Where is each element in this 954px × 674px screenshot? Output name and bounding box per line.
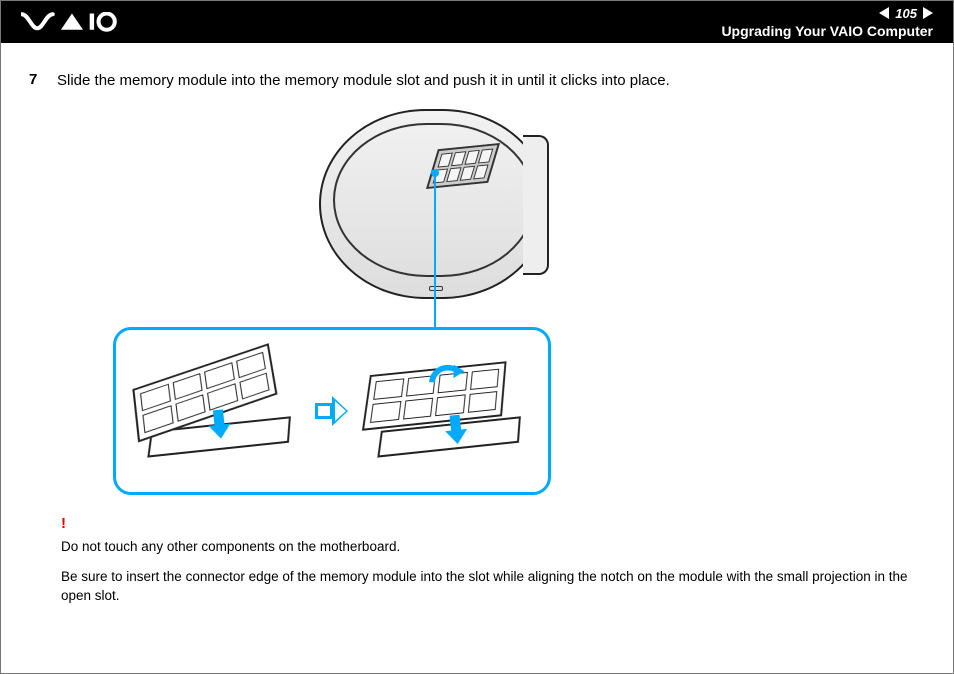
press-down-icon bbox=[444, 414, 469, 446]
step-forward-icon bbox=[315, 396, 349, 426]
memory-slot-on-device bbox=[426, 143, 500, 189]
nav-prev-icon[interactable] bbox=[879, 7, 889, 19]
caution-block: ! Do not touch any other components on t… bbox=[29, 513, 925, 605]
figure bbox=[29, 99, 925, 509]
page-content: 7 Slide the memory module into the memor… bbox=[1, 43, 953, 636]
memory-insert-step1 bbox=[134, 360, 303, 465]
warning-line-1: Do not touch any other components on the… bbox=[61, 537, 925, 557]
leader-line bbox=[434, 174, 436, 334]
rotate-down-icon bbox=[424, 358, 466, 390]
step-number: 7 bbox=[29, 71, 43, 91]
detail-callout bbox=[113, 327, 551, 495]
page-number: 105 bbox=[895, 6, 917, 21]
header-right: 105 Upgrading Your VAIO Computer bbox=[721, 6, 933, 39]
memory-insert-step2 bbox=[364, 360, 533, 465]
manual-page: 105 Upgrading Your VAIO Computer 7 Slide… bbox=[0, 0, 954, 674]
nav-next-icon[interactable] bbox=[923, 7, 933, 19]
page-header: 105 Upgrading Your VAIO Computer bbox=[1, 1, 953, 43]
device-port bbox=[429, 286, 443, 291]
vaio-logo bbox=[21, 12, 117, 32]
warning-icon: ! bbox=[61, 513, 925, 535]
device-side bbox=[523, 135, 549, 275]
press-down-icon bbox=[207, 409, 232, 441]
warning-line-2: Be sure to insert the connector edge of … bbox=[61, 567, 925, 606]
step-text: Slide the memory module into the memory … bbox=[57, 71, 925, 91]
instruction-step: 7 Slide the memory module into the memor… bbox=[29, 71, 925, 91]
section-title: Upgrading Your VAIO Computer bbox=[721, 23, 933, 39]
page-navigation: 105 bbox=[721, 6, 933, 21]
